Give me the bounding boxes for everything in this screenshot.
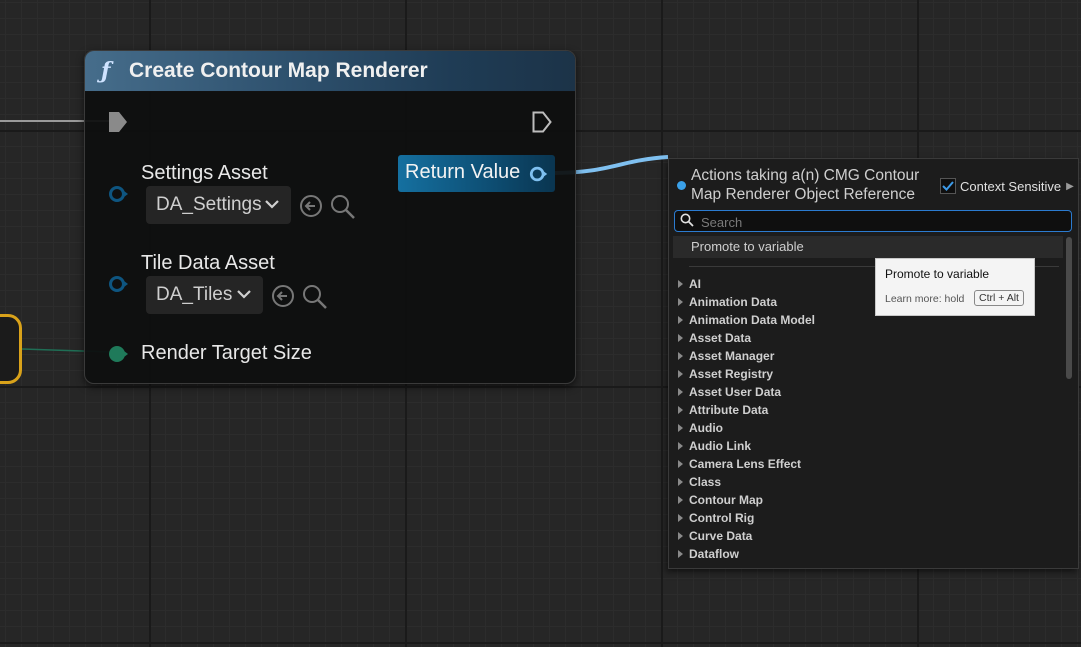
return-value-pin-icon[interactable]	[529, 164, 549, 184]
expand-triangle-icon	[678, 352, 683, 360]
category-item[interactable]: Audio Link	[673, 437, 1063, 455]
context-sensitive-toggle[interactable]: Context Sensitive ▶	[940, 178, 1074, 194]
create-contour-map-renderer-node[interactable]: ƒ Create Contour Map Renderer Settings A…	[84, 50, 576, 384]
tile-data-asset-pin-icon[interactable]	[108, 274, 128, 294]
tooltip-shortcut-keys: Ctrl + Alt	[974, 290, 1024, 306]
chevron-down-icon	[265, 200, 279, 209]
category-item[interactable]: Class	[673, 473, 1063, 491]
return-value-label: Return Value	[405, 161, 521, 183]
partial-node-left[interactable]	[0, 314, 22, 384]
render-target-size-pin-icon[interactable]	[108, 344, 128, 364]
settings-asset-pin-icon[interactable]	[108, 184, 128, 204]
object-type-dot-icon	[677, 181, 686, 190]
tile-data-asset-label: Tile Data Asset	[141, 252, 275, 274]
exec-in-pin-icon[interactable]	[108, 111, 128, 133]
render-target-size-label: Render Target Size	[141, 342, 312, 364]
expand-triangle-icon	[678, 388, 683, 396]
settings-asset-value: DA_Settings	[156, 194, 262, 215]
use-selected-asset-icon[interactable]	[299, 194, 323, 218]
expand-triangle-icon	[678, 460, 683, 468]
context-sensitive-checkbox[interactable]	[940, 178, 956, 194]
use-selected-asset-icon[interactable]	[271, 284, 295, 308]
category-item[interactable]: Attribute Data	[673, 401, 1063, 419]
expand-triangle-icon	[678, 532, 683, 540]
exec-out-pin-icon[interactable]	[532, 111, 552, 133]
expand-triangle-icon	[678, 406, 683, 414]
category-item[interactable]: Asset User Data	[673, 383, 1063, 401]
action-menu[interactable]: Actions taking a(n) CMG Contour Map Rend…	[668, 158, 1079, 569]
expand-triangle-icon	[678, 334, 683, 342]
category-list: AI Animation Data Animation Data Model A…	[673, 275, 1063, 563]
node-title: Create Contour Map Renderer	[129, 59, 428, 82]
checkmark-icon	[942, 181, 954, 191]
tile-data-asset-dropdown[interactable]: DA_Tiles	[146, 276, 263, 314]
search-input[interactable]	[699, 212, 1063, 232]
category-item[interactable]: Dataflow	[673, 545, 1063, 563]
category-item[interactable]: Contour Map	[673, 491, 1063, 509]
expand-triangle-icon	[678, 370, 683, 378]
expand-triangle-icon	[678, 424, 683, 432]
settings-asset-label: Settings Asset	[141, 162, 268, 184]
expand-triangle-icon	[678, 496, 683, 504]
scrollbar-thumb[interactable]	[1066, 237, 1072, 379]
category-item[interactable]: Camera Lens Effect	[673, 455, 1063, 473]
expand-triangle-icon	[678, 316, 683, 324]
tooltip-learn-more: Learn more: hold	[885, 293, 965, 305]
tooltip: Promote to variable Learn more: hold Ctr…	[875, 258, 1035, 316]
chevron-down-icon	[237, 290, 251, 299]
settings-asset-dropdown[interactable]: DA_Settings	[146, 186, 291, 224]
tile-data-asset-value: DA_Tiles	[156, 284, 233, 305]
category-item[interactable]: Curve Data	[673, 527, 1063, 545]
expand-triangle-icon	[678, 514, 683, 522]
expand-triangle-icon	[678, 550, 683, 558]
expand-triangle-icon	[678, 280, 683, 288]
expand-triangle-icon	[678, 478, 683, 486]
expand-triangle-icon	[678, 298, 683, 306]
context-sensitive-label: Context Sensitive	[960, 178, 1062, 194]
browse-asset-search-icon[interactable]	[302, 284, 328, 310]
action-menu-title: Actions taking a(n) CMG Contour Map Rend…	[691, 167, 920, 203]
category-item[interactable]: Asset Manager	[673, 347, 1063, 365]
tooltip-title: Promote to variable	[885, 267, 990, 281]
function-icon: ƒ	[101, 58, 111, 84]
browse-asset-search-icon[interactable]	[330, 194, 356, 220]
search-icon	[680, 213, 694, 227]
promote-to-variable-item[interactable]: Promote to variable	[673, 236, 1063, 258]
expand-triangle-icon	[678, 442, 683, 450]
category-item[interactable]: Audio	[673, 419, 1063, 437]
category-item[interactable]: Asset Data	[673, 329, 1063, 347]
search-field[interactable]	[674, 210, 1072, 232]
expand-arrow-icon[interactable]: ▶	[1066, 181, 1074, 192]
category-item[interactable]: Control Rig	[673, 509, 1063, 527]
category-item[interactable]: Asset Registry	[673, 365, 1063, 383]
node-header[interactable]: ƒ Create Contour Map Renderer	[85, 51, 575, 92]
